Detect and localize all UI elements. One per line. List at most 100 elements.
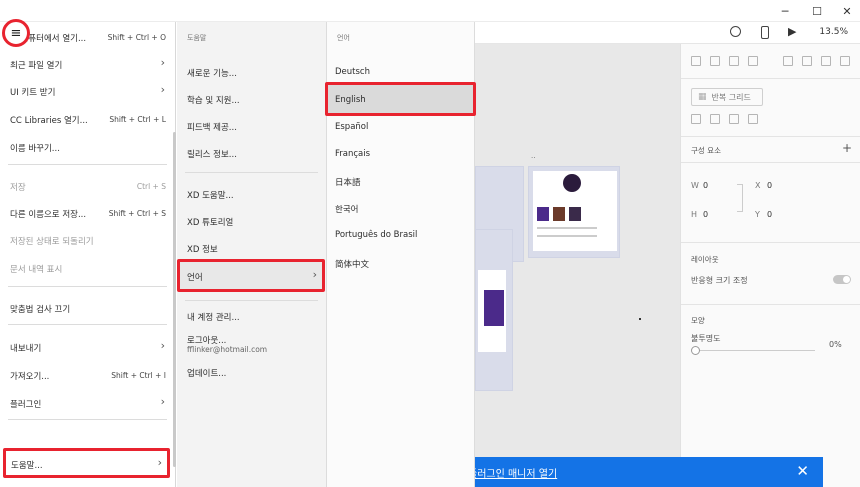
- add-component-icon[interactable]: +: [842, 141, 852, 155]
- language-option-english[interactable]: English: [325, 82, 476, 116]
- chevron-right-icon: ›: [312, 268, 317, 281]
- account-email: fflinker@hotmail.com: [187, 345, 268, 354]
- menu-item-manage-account[interactable]: 내 계정 관리...: [187, 311, 240, 323]
- artboard-content: [478, 270, 506, 352]
- language-option-korean[interactable]: 한국어: [335, 203, 358, 215]
- language-option-japanese[interactable]: 日本語: [335, 176, 361, 188]
- y-input[interactable]: 0: [767, 210, 772, 219]
- menu-item-plugins[interactable]: 플러그인: [10, 398, 41, 410]
- subtract-shape-icon[interactable]: [710, 114, 720, 124]
- design-canvas[interactable]: ..: [475, 44, 680, 487]
- menu-item-updates[interactable]: 업데이트...: [187, 367, 226, 379]
- divider: [681, 242, 860, 243]
- menu-item-help-label: 도움말...: [11, 461, 43, 471]
- language-option-francais[interactable]: Français: [335, 149, 370, 159]
- lock-aspect-icon[interactable]: [737, 184, 743, 212]
- menu-item-learn-support[interactable]: 학습 및 지원...: [187, 94, 240, 106]
- artboard-label: ..: [531, 152, 536, 160]
- menu-item-recent[interactable]: 최근 파일 열기: [10, 59, 62, 71]
- y-label: Y: [755, 210, 760, 219]
- shortcut-import: Shift + Ctrl + I: [111, 371, 166, 380]
- menu-item-rename[interactable]: 이름 바꾸기...: [10, 142, 60, 154]
- album-tile: [553, 207, 565, 221]
- responsive-resize-toggle[interactable]: [833, 275, 851, 284]
- w-label: W: [691, 181, 699, 190]
- menu-item-release-notes[interactable]: 릴리스 정보...: [187, 148, 237, 160]
- opacity-slider[interactable]: [693, 350, 815, 351]
- menu-item-xd-about[interactable]: XD 정보: [187, 243, 218, 255]
- help-submenu-header: 도움말: [187, 34, 207, 42]
- toggle-knob: [843, 276, 850, 283]
- menu-item-import[interactable]: 가져오기...: [10, 370, 49, 382]
- menu-separator: [8, 164, 167, 165]
- boolean-toolbar: [691, 114, 758, 124]
- maximize-button[interactable]: ☐: [802, 0, 832, 22]
- distribute-h-icon[interactable]: [783, 56, 793, 66]
- menu-item-language-label: 언어: [187, 273, 203, 283]
- add-shape-icon[interactable]: [691, 114, 701, 124]
- language-option-deutsch[interactable]: Deutsch: [335, 67, 370, 77]
- responsive-resize-label: 반응형 크기 조정: [691, 276, 748, 285]
- language-option-simplified-chinese[interactable]: 简体中文: [335, 258, 369, 270]
- width-input[interactable]: 0: [703, 181, 708, 190]
- chevron-right-icon: ›: [157, 456, 162, 469]
- minimize-button[interactable]: ─: [770, 0, 800, 22]
- language-option-portuguese-brazil[interactable]: Português do Brasil: [335, 230, 417, 240]
- menu-item-export[interactable]: 내보내기: [10, 342, 41, 354]
- exclude-shape-icon[interactable]: [748, 114, 758, 124]
- layout-heading: 레이아웃: [691, 255, 719, 264]
- height-input[interactable]: 0: [703, 210, 708, 219]
- align-top-icon[interactable]: [748, 56, 758, 66]
- menu-item-save-as[interactable]: 다른 이름으로 저장...: [10, 208, 86, 220]
- x-input[interactable]: 0: [767, 181, 772, 190]
- close-icon[interactable]: ✕: [796, 462, 809, 480]
- align-bottom-icon[interactable]: [821, 56, 831, 66]
- chevron-right-icon: ›: [160, 56, 165, 69]
- menu-separator: [8, 419, 167, 420]
- align-center-icon[interactable]: [710, 56, 720, 66]
- menu-item-language[interactable]: 언어 ›: [177, 259, 325, 292]
- album-tile: [569, 207, 581, 221]
- menu-item-feedback[interactable]: 피드백 제공...: [187, 121, 237, 133]
- align-left-icon[interactable]: [691, 56, 701, 66]
- align-middle-icon[interactable]: [840, 56, 850, 66]
- menu-separator: [185, 172, 318, 173]
- open-plugin-manager-link[interactable]: 플러그인 매니저 열기: [468, 465, 557, 480]
- artboard[interactable]: [475, 229, 513, 391]
- plugin-manager-banner: 플러그인 매니저 열기 ✕: [460, 457, 823, 487]
- opacity-value[interactable]: 0%: [829, 340, 842, 349]
- x-label: X: [755, 181, 761, 190]
- play-icon[interactable]: ▶: [788, 25, 796, 38]
- mobile-preview-icon[interactable]: [761, 26, 769, 39]
- divider: [681, 136, 860, 137]
- album-tile: [537, 207, 549, 221]
- repeat-grid-button[interactable]: ▦ 반복 그리드: [691, 88, 763, 106]
- artboard[interactable]: [528, 166, 620, 258]
- menu-item-whats-new[interactable]: 새로운 기능...: [187, 67, 237, 79]
- help-submenu: 도움말 새로운 기능... 학습 및 지원... 피드백 제공... 릴리스 정…: [177, 22, 327, 487]
- artboard-content: [533, 171, 617, 251]
- close-window-button[interactable]: ✕: [832, 0, 860, 22]
- opacity-slider-handle[interactable]: [691, 346, 700, 355]
- menu-item-history[interactable]: 문서 내역 표시: [10, 263, 62, 275]
- align-right-icon[interactable]: [729, 56, 739, 66]
- menu-separator: [8, 286, 167, 287]
- intersect-shape-icon[interactable]: [729, 114, 739, 124]
- hamburger-menu-icon[interactable]: ≡: [2, 19, 30, 47]
- zoom-level[interactable]: 13.5%: [819, 27, 848, 37]
- user-icon[interactable]: [730, 26, 741, 37]
- language-option-espanol[interactable]: Español: [335, 122, 368, 132]
- menu-item-cc-libraries[interactable]: CC Libraries 열기...: [10, 114, 88, 126]
- menu-item-revert[interactable]: 저장된 상태로 되돌리기: [10, 235, 94, 247]
- repeat-grid-label: 반복 그리드: [711, 92, 751, 102]
- menu-item-spellcheck[interactable]: 맞춤법 검사 끄기: [10, 303, 70, 315]
- divider: [681, 78, 860, 79]
- track-row: [537, 235, 597, 237]
- menu-item-xd-help[interactable]: XD 도움말...: [187, 189, 234, 201]
- menu-item-ui-kits[interactable]: UI 키트 받기: [10, 86, 55, 98]
- distribute-v-icon[interactable]: [802, 56, 812, 66]
- menu-scrollbar[interactable]: [173, 132, 176, 467]
- menu-item-help[interactable]: 도움말... ›: [3, 448, 170, 478]
- menu-item-xd-tutorials[interactable]: XD 튜토리얼: [187, 216, 233, 228]
- menu-item-save[interactable]: 저장: [10, 181, 26, 193]
